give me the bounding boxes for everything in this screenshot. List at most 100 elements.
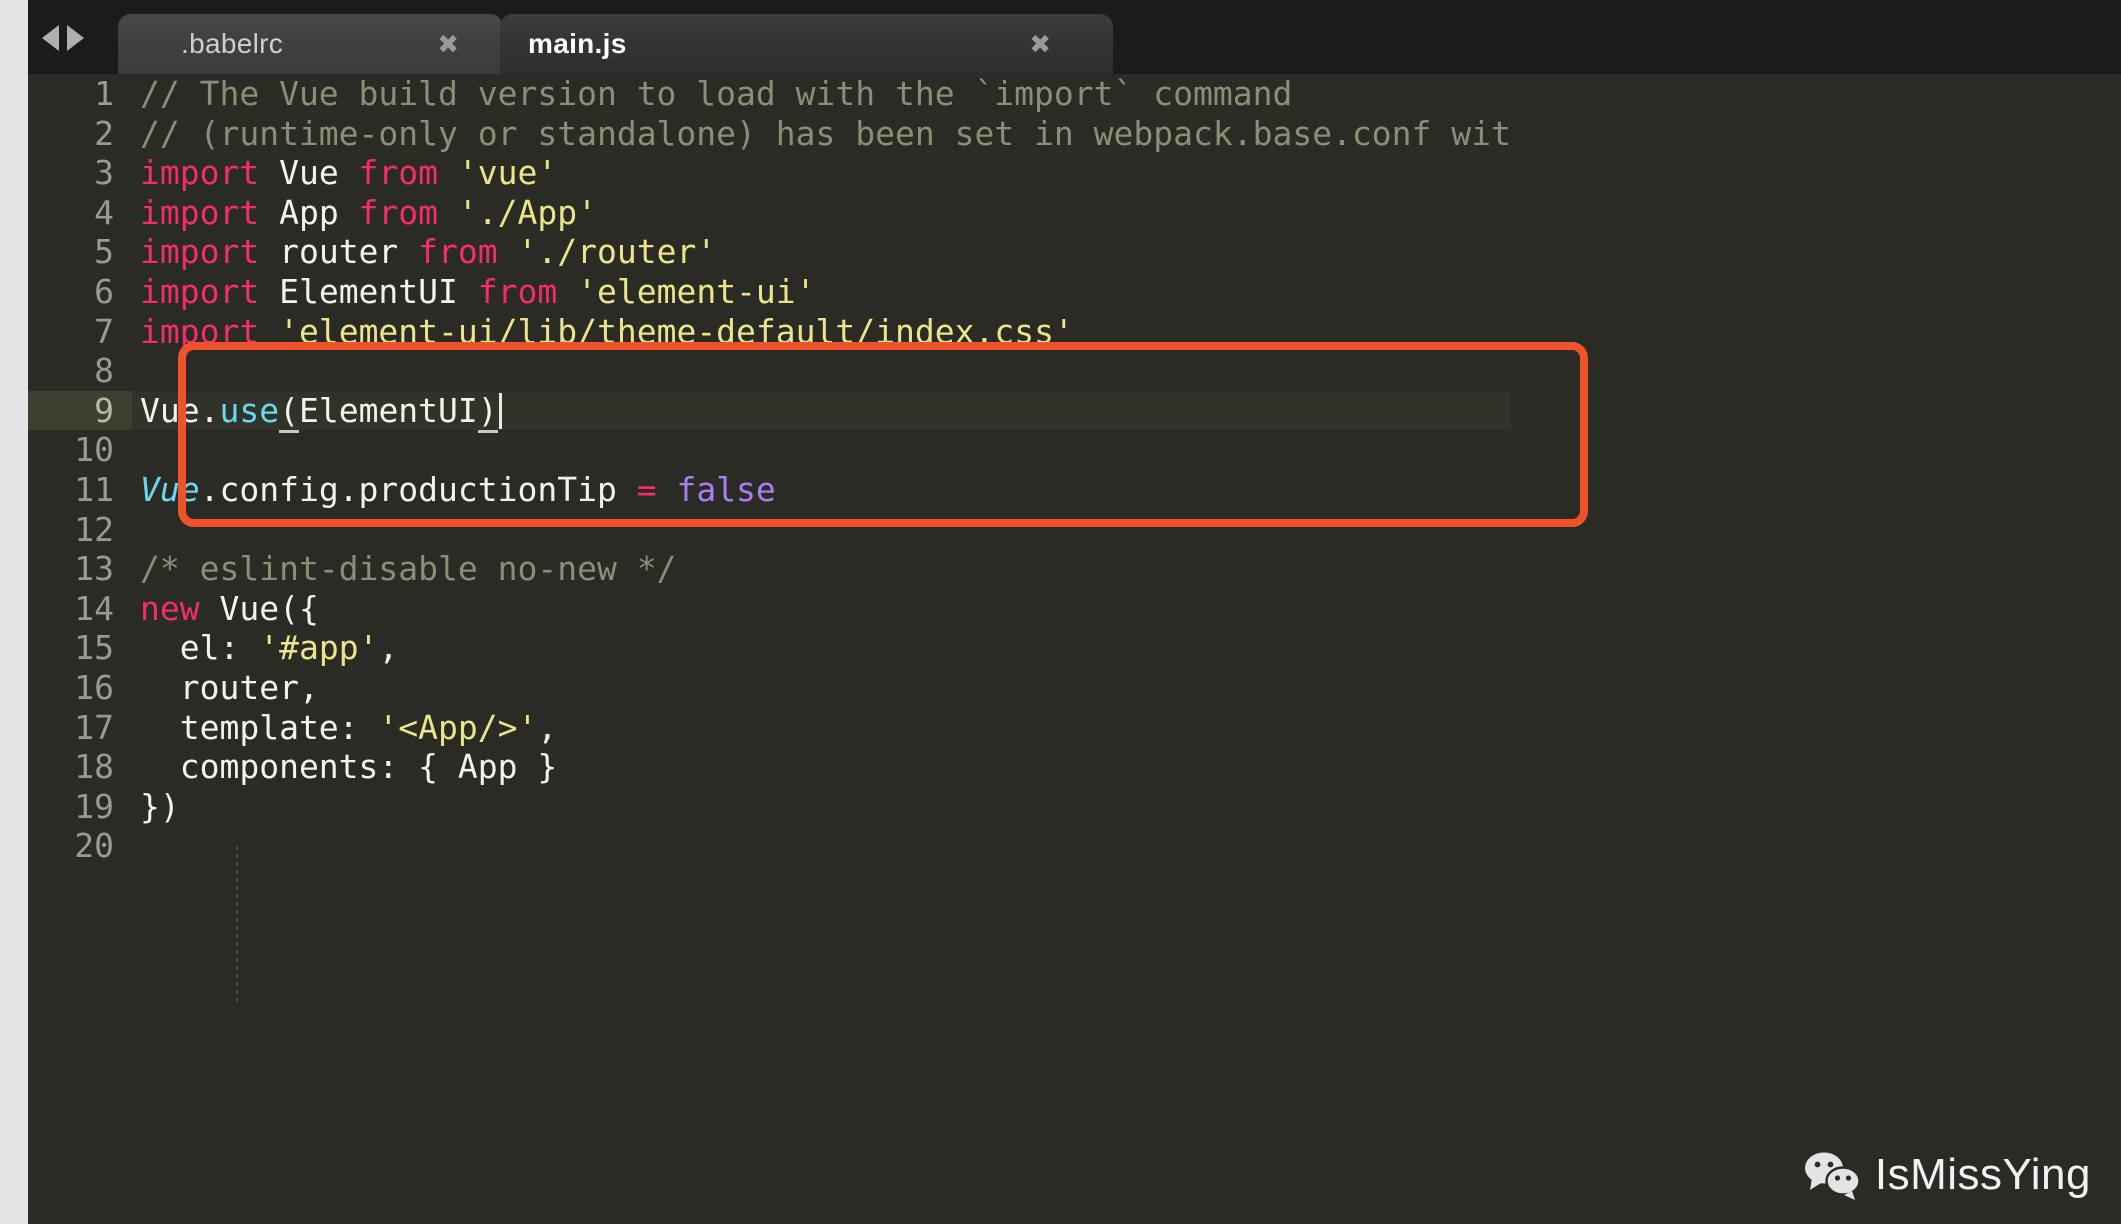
line-number: 1 xyxy=(94,74,114,113)
code-token: App xyxy=(259,192,359,232)
code-line[interactable]: 16 router, xyxy=(28,668,1511,708)
code-token: new xyxy=(140,588,200,628)
tab-mainjs-close-icon[interactable]: ✖ xyxy=(1029,31,1051,57)
code-line[interactable]: 7 import 'element-ui/lib/theme-default/in… xyxy=(28,312,1511,352)
code-line[interactable]: 3 import Vue from 'vue' xyxy=(28,153,1511,193)
code-line[interactable]: 15 el: '#app', xyxy=(28,628,1511,668)
code-token: components: { App } xyxy=(140,747,558,787)
page-left-margin xyxy=(0,0,28,1224)
code-line[interactable]: 18 components: { App } xyxy=(28,747,1511,787)
code-token: '#app' xyxy=(259,628,379,668)
code-token: , xyxy=(378,628,399,668)
line-number: 3 xyxy=(94,153,114,193)
code-token: from xyxy=(358,192,439,232)
code-line[interactable]: 13 /* eslint-disable no-new */ xyxy=(28,549,1511,589)
code-line[interactable]: 14 new Vue({ xyxy=(28,589,1511,629)
triangle-left-icon[interactable] xyxy=(42,25,59,51)
line-number: 13 xyxy=(74,549,114,589)
line-number: 6 xyxy=(94,271,114,311)
triangle-right-icon[interactable] xyxy=(67,25,84,51)
code-line[interactable]: 2 // (runtime-only or standalone) has bee… xyxy=(28,114,1511,154)
line-number: 4 xyxy=(94,192,114,232)
text-cursor xyxy=(498,392,502,429)
code-line-content: // The Vue build version to load with th… xyxy=(132,74,1292,114)
indent-guide xyxy=(236,846,238,1006)
tab-babelrc-close-icon[interactable]: ✖ xyxy=(437,31,459,57)
code-line[interactable]: 10 xyxy=(28,430,1511,470)
code-token: 'vue' xyxy=(457,153,558,193)
line-number: 7 xyxy=(94,311,114,351)
watermark-label: IsMissYing xyxy=(1874,1150,2091,1199)
code-line[interactable]: 19}) xyxy=(28,787,1511,827)
code-token: // The Vue build version to load with th… xyxy=(140,74,1293,113)
line-number: 10 xyxy=(74,430,114,470)
line-number: 20 xyxy=(74,826,114,866)
code-editor-pane[interactable]: 1 // The Vue build version to load with t… xyxy=(28,74,2121,1224)
code-token: ) xyxy=(477,390,498,433)
code-line-content: components: { App } xyxy=(132,747,558,787)
code-token: 'element-ui/lib/theme-default/index.css' xyxy=(279,311,1074,351)
code-token: }) xyxy=(140,786,180,826)
tab-bar: .babelrc ✖ main.js ✖ xyxy=(28,0,2121,74)
code-token: ElementUI xyxy=(298,390,478,430)
code-token: router xyxy=(259,232,419,272)
code-token: import xyxy=(140,232,260,272)
code-line[interactable]: 1 // The Vue build version to load with t… xyxy=(28,74,1511,114)
code-token: '<App/>' xyxy=(378,707,538,747)
line-number: 11 xyxy=(74,469,114,509)
code-token: 'element-ui' xyxy=(577,271,816,311)
line-number: 5 xyxy=(94,232,114,272)
tab-mainjs[interactable]: main.js ✖ xyxy=(500,14,1113,74)
code-line[interactable]: 9 Vue.use(ElementUI) xyxy=(28,390,1511,433)
tab-navigation-arrows xyxy=(36,16,106,60)
line-number: 12 xyxy=(74,509,114,549)
code-token: , xyxy=(537,707,558,747)
code-line-content: import App from './App' xyxy=(132,193,597,233)
code-token: import xyxy=(140,311,260,351)
code-token: import xyxy=(140,271,260,311)
code-line[interactable]: 8 xyxy=(28,351,1511,391)
code-token: Vue xyxy=(259,153,359,193)
code-token: = xyxy=(636,469,657,509)
code-line-content: }) xyxy=(132,787,180,827)
line-number: 8 xyxy=(94,351,114,391)
watermark: IsMissYing xyxy=(1803,1150,2091,1200)
code-token: template: xyxy=(140,707,379,747)
screenshot-root: .babelrc ✖ main.js ✖ 1 // The Vue build v… xyxy=(0,0,2121,1224)
code-line[interactable]: 11 Vue.config.productionTip = false xyxy=(28,470,1511,510)
code-token: from xyxy=(418,232,498,272)
code-line[interactable]: 12 xyxy=(28,510,1511,550)
code-token: use xyxy=(219,390,280,430)
code-token: from xyxy=(358,153,439,193)
code-token: ElementUI xyxy=(259,271,478,311)
line-number: 18 xyxy=(74,747,114,787)
tab-babelrc[interactable]: .babelrc ✖ xyxy=(118,14,503,74)
code-line-content: import ElementUI from 'element-ui' xyxy=(132,272,816,312)
line-number: 19 xyxy=(74,786,114,826)
code-token: import xyxy=(140,192,260,232)
code-line-content: el: '#app', xyxy=(132,628,399,668)
wechat-icon xyxy=(1804,1152,1861,1200)
line-number: 2 xyxy=(94,113,114,153)
code-line-content: import router from './router' xyxy=(132,232,716,272)
code-lines[interactable]: 1 // The Vue build version to load with t… xyxy=(28,74,1511,866)
code-token: el: xyxy=(140,628,260,668)
code-token: from xyxy=(477,271,558,311)
line-number: 16 xyxy=(74,667,114,707)
line-number: 17 xyxy=(74,707,114,747)
code-line-content: new Vue({ xyxy=(132,589,319,629)
code-line[interactable]: 6 import ElementUI from 'element-ui' xyxy=(28,272,1511,312)
code-line[interactable]: 5 import router from './router' xyxy=(28,232,1511,272)
code-line[interactable]: 17 template: '<App/>', xyxy=(28,708,1511,748)
code-token: import xyxy=(140,153,260,193)
code-line-content: template: '<App/>', xyxy=(132,707,558,748)
code-line-content: Vue.config.productionTip = false xyxy=(132,470,776,510)
code-line[interactable]: 20 xyxy=(28,826,1511,866)
code-line-content: Vue.use(ElementUI) xyxy=(132,390,502,433)
code-line[interactable]: 4 import App from './App' xyxy=(28,193,1511,233)
code-token: ( xyxy=(279,390,299,433)
